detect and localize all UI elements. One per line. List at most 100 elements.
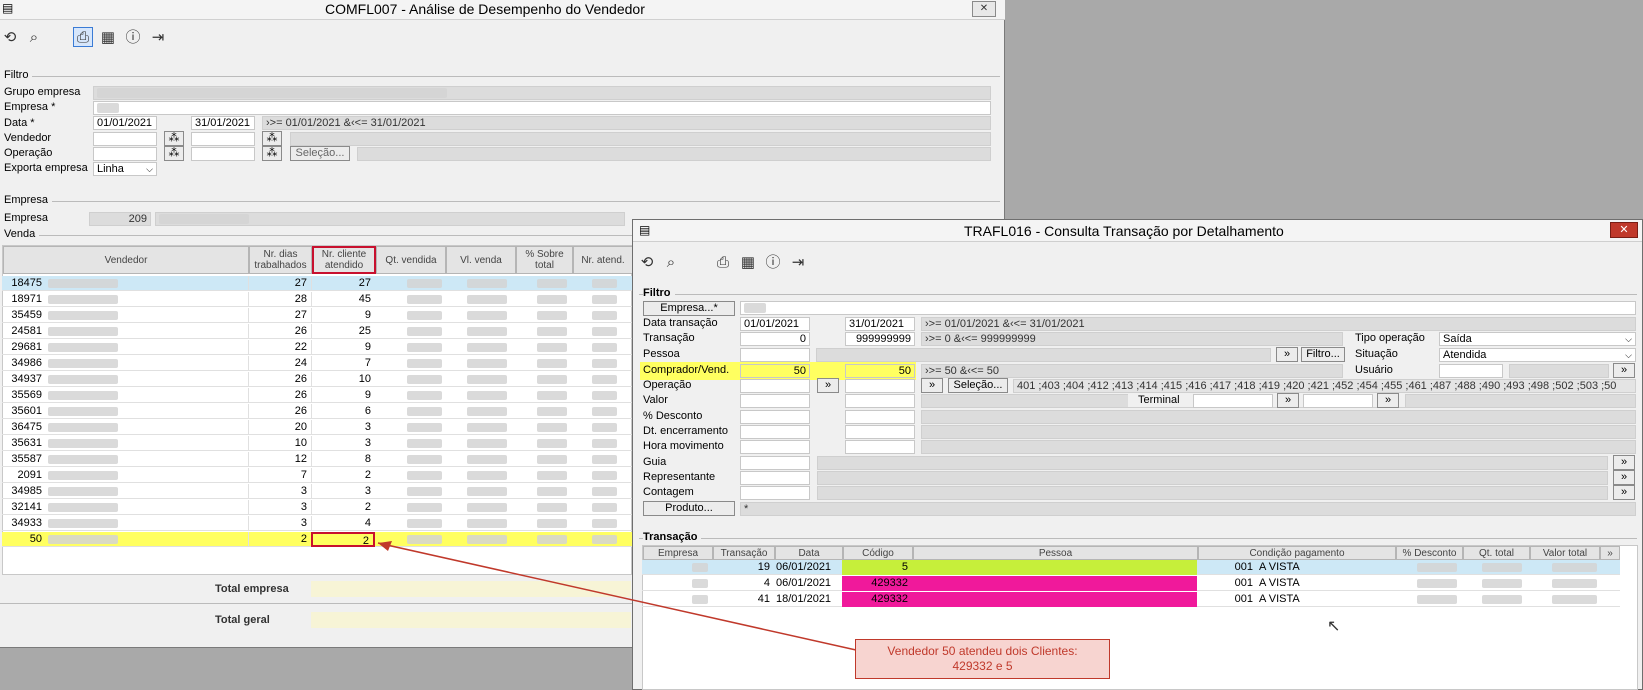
produto-button[interactable]: Produto... xyxy=(643,501,735,516)
valor-inicio[interactable] xyxy=(740,394,810,408)
terminal-more-button[interactable]: » xyxy=(1277,393,1299,408)
grupo-empresa-field[interactable] xyxy=(93,86,991,100)
usuario-more-button[interactable]: » xyxy=(1613,363,1635,378)
table-row[interactable]: 35569 26 9 xyxy=(2,388,632,403)
vendedor-lookup-button[interactable]: ⁂ xyxy=(164,131,184,146)
col2-desconto[interactable]: % Desconto xyxy=(1396,546,1463,560)
desconto-fim[interactable] xyxy=(845,410,915,424)
col-sobre-total[interactable]: % Sobre total xyxy=(516,246,573,274)
hora-movimento-inicio[interactable] xyxy=(740,440,810,454)
table-row[interactable]: 4 06/01/2021 429332 001 A VISTA xyxy=(642,576,1620,591)
vendedor-inicio-input[interactable] xyxy=(93,132,157,146)
situacao-select[interactable]: Atendida ⌵ xyxy=(1439,348,1636,362)
selecao-button[interactable]: Seleção... xyxy=(290,146,350,161)
operacao-inicio-2[interactable] xyxy=(740,379,810,393)
table-row[interactable]: 36475 20 3 xyxy=(2,420,632,435)
help-icon[interactable]: ⓘ xyxy=(123,28,143,48)
search-icon[interactable]: ⌕ xyxy=(24,28,44,48)
table-row[interactable]: 34933 3 4 xyxy=(2,516,632,531)
close-button-2[interactable]: ✕ xyxy=(1610,222,1638,238)
table-row[interactable]: 34937 26 10 xyxy=(2,372,632,387)
dt-encerramento-fim[interactable] xyxy=(845,425,915,439)
col2-data[interactable]: Data xyxy=(775,546,843,560)
table-row[interactable]: 19 06/01/2021 5 001 A VISTA xyxy=(642,560,1620,575)
selecao-button-2[interactable]: Seleção... xyxy=(948,378,1008,393)
table-row[interactable]: 35631 10 3 xyxy=(2,436,632,451)
pessoa-more-button[interactable]: » xyxy=(1276,347,1298,362)
empresa-field-2[interactable] xyxy=(740,301,1636,315)
col2-codigo[interactable]: Código xyxy=(843,546,913,560)
table-row[interactable]: 2091 7 2 xyxy=(2,468,632,483)
guia-more-button[interactable]: » xyxy=(1613,455,1635,470)
col2-more-button[interactable]: » xyxy=(1600,546,1620,560)
guia-input[interactable] xyxy=(740,456,810,470)
data-transacao-inicio[interactable]: 01/01/2021 xyxy=(740,317,810,331)
operacao-fim-lookup-button[interactable]: ⁂ xyxy=(262,146,282,161)
table-row[interactable]: 35459 27 9 xyxy=(2,308,632,323)
col-nr-atend[interactable]: Nr. atend. xyxy=(573,246,633,274)
terminal-fim[interactable] xyxy=(1303,394,1373,408)
exit-icon[interactable]: ⇥ xyxy=(148,28,168,48)
exit-icon-2[interactable]: ⇥ xyxy=(788,253,808,273)
data-fim-input[interactable]: 31/01/2021 xyxy=(191,116,255,130)
data-inicio-input[interactable]: 01/01/2021 xyxy=(93,116,157,130)
col2-empresa[interactable]: Empresa xyxy=(643,546,713,560)
col2-pessoa[interactable]: Pessoa xyxy=(913,546,1198,560)
table-row[interactable]: 50 2 2 xyxy=(2,532,632,547)
hora-movimento-fim[interactable] xyxy=(845,440,915,454)
vendedor-fim-input[interactable] xyxy=(191,132,255,146)
pessoa-input[interactable] xyxy=(740,348,810,362)
representante-input[interactable] xyxy=(740,471,810,485)
operacao-more-button[interactable]: » xyxy=(817,378,839,393)
exporta-empresa-select[interactable]: Linha ⌵ xyxy=(93,162,157,176)
col-qt-vendida[interactable]: Qt. vendida xyxy=(376,246,446,274)
usuario-input[interactable] xyxy=(1439,364,1503,378)
table-row[interactable]: 41 18/01/2021 429332 001 A VISTA xyxy=(642,592,1620,607)
operacao-inicio-input[interactable] xyxy=(93,147,157,161)
contagem-more-button[interactable]: » xyxy=(1613,485,1635,500)
operacao-fim-input[interactable] xyxy=(191,147,255,161)
valor-fim[interactable] xyxy=(845,394,915,408)
dt-encerramento-inicio[interactable] xyxy=(740,425,810,439)
table-row[interactable]: 35587 12 8 xyxy=(2,452,632,467)
contagem-input[interactable] xyxy=(740,486,810,500)
table-row[interactable]: 18475 27 27 xyxy=(2,276,632,291)
transacao-inicio[interactable]: 0 xyxy=(740,332,810,346)
tipo-operacao-select[interactable]: Saída ⌵ xyxy=(1439,332,1636,346)
empresa-button[interactable]: Empresa...* xyxy=(643,301,735,316)
terminal-fim-more-button[interactable]: » xyxy=(1377,393,1399,408)
table-row[interactable]: 18971 28 45 xyxy=(2,292,632,307)
table-row[interactable]: 34986 24 7 xyxy=(2,356,632,371)
col2-valor-total[interactable]: Valor total xyxy=(1530,546,1600,560)
col-dias[interactable]: Nr. dias trabalhados xyxy=(249,246,312,274)
comprador-fim[interactable]: 50 xyxy=(845,364,915,378)
operacao-fim-more-button[interactable]: » xyxy=(921,378,943,393)
col2-condicao[interactable]: Condição pagamento xyxy=(1198,546,1396,560)
filtro-button[interactable]: Filtro... xyxy=(1301,347,1345,362)
calendar-icon-2[interactable]: ▦ xyxy=(738,253,758,273)
empresa-field[interactable] xyxy=(93,101,991,115)
calendar-icon[interactable]: ▦ xyxy=(98,28,118,48)
table-row[interactable]: 32141 3 2 xyxy=(2,500,632,515)
print-icon-2[interactable]: ⎙ xyxy=(713,253,733,273)
col2-transacao[interactable]: Transação xyxy=(713,546,775,560)
refresh-icon-2[interactable]: ⟲ xyxy=(637,253,657,273)
help-icon-2[interactable]: ⓘ xyxy=(763,253,783,273)
close-button[interactable]: ✕ xyxy=(972,1,996,17)
col2-qt-total[interactable]: Qt. total xyxy=(1463,546,1530,560)
table-row[interactable]: 29681 22 9 xyxy=(2,340,632,355)
search-icon-2[interactable]: ⌕ xyxy=(661,253,681,273)
print-icon[interactable]: ⎙ xyxy=(73,27,93,47)
col-vl-venda[interactable]: Vl. venda xyxy=(446,246,516,274)
table-row[interactable]: 34985 3 3 xyxy=(2,484,632,499)
col-cliente-atendido[interactable]: Nr. cliente atendido xyxy=(312,246,376,274)
operacao-fim-2[interactable] xyxy=(845,379,915,393)
vendedor-fim-lookup-button[interactable]: ⁂ xyxy=(262,131,282,146)
refresh-icon[interactable]: ⟲ xyxy=(0,28,20,48)
comprador-inicio[interactable]: 50 xyxy=(740,364,810,378)
data-transacao-fim[interactable]: 31/01/2021 xyxy=(845,317,915,331)
desconto-inicio[interactable] xyxy=(740,410,810,424)
col-vendedor[interactable]: Vendedor xyxy=(3,246,249,274)
table-row[interactable]: 35601 26 6 xyxy=(2,404,632,419)
representante-more-button[interactable]: » xyxy=(1613,470,1635,485)
